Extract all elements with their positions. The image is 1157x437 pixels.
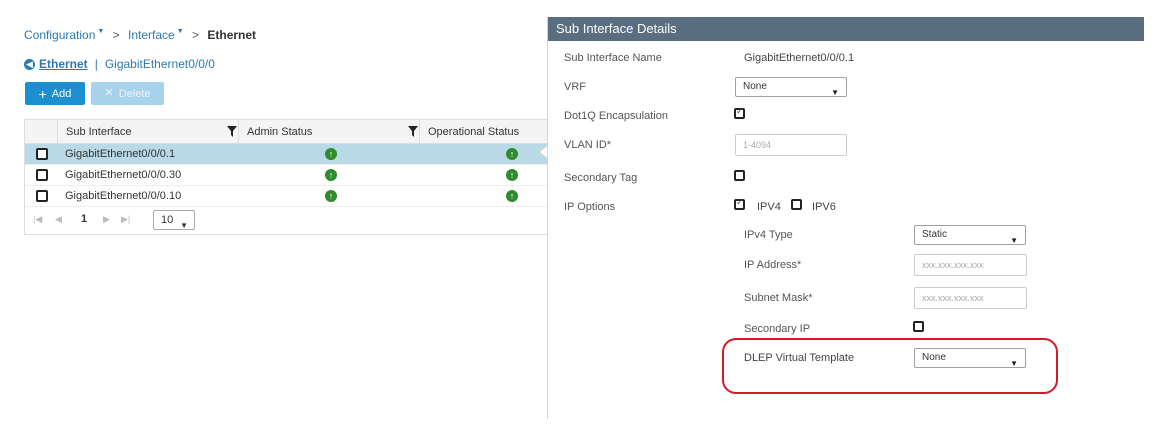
breadcrumb-current: Ethernet — [207, 28, 257, 42]
arrow-up-circle-icon: ↑ — [506, 148, 518, 160]
panel-pointer-inner — [540, 146, 547, 158]
row-sub-interface: GigabitEthernet0/0/0.1 — [65, 148, 176, 160]
arrow-left-circle-icon[interactable]: ◀ — [24, 58, 35, 70]
breadcrumb: Configuration ▼ > Interface ▼ > Ethernet — [24, 28, 256, 42]
ipv4-checkbox[interactable] — [734, 197, 745, 210]
caret-down-icon: ▼ — [831, 88, 839, 97]
current-page: 1 — [81, 213, 88, 225]
interface-list-panel: Configuration ▼ > Interface ▼ > Ethernet ◀… — [0, 0, 548, 437]
back-link[interactable]: ◀ Ethernet | GigabitEthernet0/0/0 — [24, 57, 215, 71]
table-row[interactable]: GigabitEthernet0/0/0.30 ↑ ↑ — [25, 165, 548, 186]
arrow-up-circle-icon: ↑ — [506, 169, 518, 181]
caret-down-icon: ▼ — [97, 28, 105, 35]
first-page-icon[interactable]: |◀ — [33, 214, 42, 225]
caret-down-icon: ▼ — [180, 221, 188, 230]
ip-options-label: IP Options — [564, 201, 616, 213]
ip-address-label: IP Address* — [744, 259, 802, 271]
filter-icon[interactable] — [227, 126, 237, 137]
vrf-label: VRF — [564, 81, 586, 93]
subnet-mask-label: Subnet Mask* — [744, 292, 813, 304]
column-operational-status[interactable]: Operational Status — [419, 120, 549, 144]
close-icon: ✕ — [104, 87, 114, 99]
table-row[interactable]: GigabitEthernet0/0/0.1 ↑ ↑ — [25, 144, 548, 165]
row-sub-interface: GigabitEthernet0/0/0.30 — [65, 169, 182, 181]
row-checkbox[interactable] — [36, 190, 48, 202]
breadcrumb-separator-icon: > — [192, 28, 200, 42]
secondary-tag-checkbox[interactable] — [734, 170, 745, 181]
caret-down-icon: ▼ — [176, 28, 184, 35]
ipv4-type-select[interactable]: Static ▼ — [914, 225, 1026, 245]
column-sub-interface[interactable]: Sub Interface — [57, 120, 247, 144]
arrow-up-circle-icon: ↑ — [325, 190, 337, 202]
ipv4-type-label: IPv4 Type — [744, 229, 793, 241]
plus-icon: + — [38, 85, 47, 102]
back-link-item: GigabitEthernet0/0/0 — [104, 57, 215, 71]
breadcrumb-separator-icon: > — [112, 28, 120, 42]
secondary-ip-label: Secondary IP — [744, 323, 811, 335]
arrow-up-circle-icon: ↑ — [325, 148, 337, 160]
arrow-up-circle-icon: ↑ — [325, 169, 337, 181]
row-sub-interface: GigabitEthernet0/0/0.10 — [65, 190, 182, 202]
arrow-up-circle-icon: ↑ — [506, 190, 518, 202]
vrf-select[interactable]: None ▼ — [735, 77, 847, 97]
ipv6-label: IPV6 — [812, 201, 836, 213]
add-button-label: Add — [51, 87, 72, 100]
caret-down-icon: ▼ — [1010, 236, 1018, 245]
sub-interface-name-label: Sub Interface Name — [564, 52, 662, 64]
ipv4-label: IPV4 — [757, 201, 781, 213]
filter-icon[interactable] — [408, 126, 418, 137]
vlan-id-input[interactable]: 1-4094 — [735, 134, 847, 156]
secondary-tag-label: Secondary Tag — [564, 172, 638, 184]
page-size-select[interactable]: 10 ▼ — [153, 210, 195, 230]
ipv6-checkbox[interactable] — [791, 199, 802, 210]
dot1q-label: Dot1Q Encapsulation — [564, 110, 668, 122]
sub-interface-table: Sub Interface Admin Status Operational S… — [24, 119, 548, 235]
column-admin-status[interactable]: Admin Status — [238, 120, 418, 144]
add-button[interactable]: + Add — [25, 82, 85, 105]
ip-address-input[interactable]: xxx.xxx.xxx.xxx — [914, 254, 1027, 276]
prev-page-icon[interactable]: ◀ — [55, 214, 62, 225]
breadcrumb-interface[interactable]: Interface ▼ — [128, 28, 184, 42]
next-page-icon[interactable]: ▶ — [103, 214, 110, 225]
dot1q-checkbox[interactable] — [734, 106, 745, 119]
back-link-section[interactable]: Ethernet — [39, 57, 88, 71]
table-row[interactable]: GigabitEthernet0/0/0.10 ↑ ↑ — [25, 186, 548, 207]
secondary-ip-checkbox[interactable] — [913, 321, 924, 332]
breadcrumb-configuration[interactable]: Configuration ▼ — [24, 28, 104, 42]
pagination: |◀ ◀ 1 ▶ ▶| 10 ▼ — [25, 209, 548, 233]
row-checkbox[interactable] — [36, 148, 48, 160]
vlan-id-label: VLAN ID* — [564, 139, 612, 151]
subnet-mask-input[interactable]: xxx.xxx.xxx.xxx — [914, 287, 1027, 309]
panel-title: Sub Interface Details — [548, 17, 1144, 41]
back-link-divider: | — [94, 57, 98, 71]
row-checkbox[interactable] — [36, 169, 48, 181]
last-page-icon[interactable]: ▶| — [121, 214, 130, 225]
delete-button[interactable]: ✕ Delete — [91, 82, 164, 105]
table-header: Sub Interface Admin Status Operational S… — [25, 120, 548, 144]
sub-interface-name-value: GigabitEthernet0/0/0.1 — [744, 52, 855, 64]
dlep-highlight-annotation — [722, 338, 1058, 394]
delete-button-label: Delete — [118, 87, 151, 100]
